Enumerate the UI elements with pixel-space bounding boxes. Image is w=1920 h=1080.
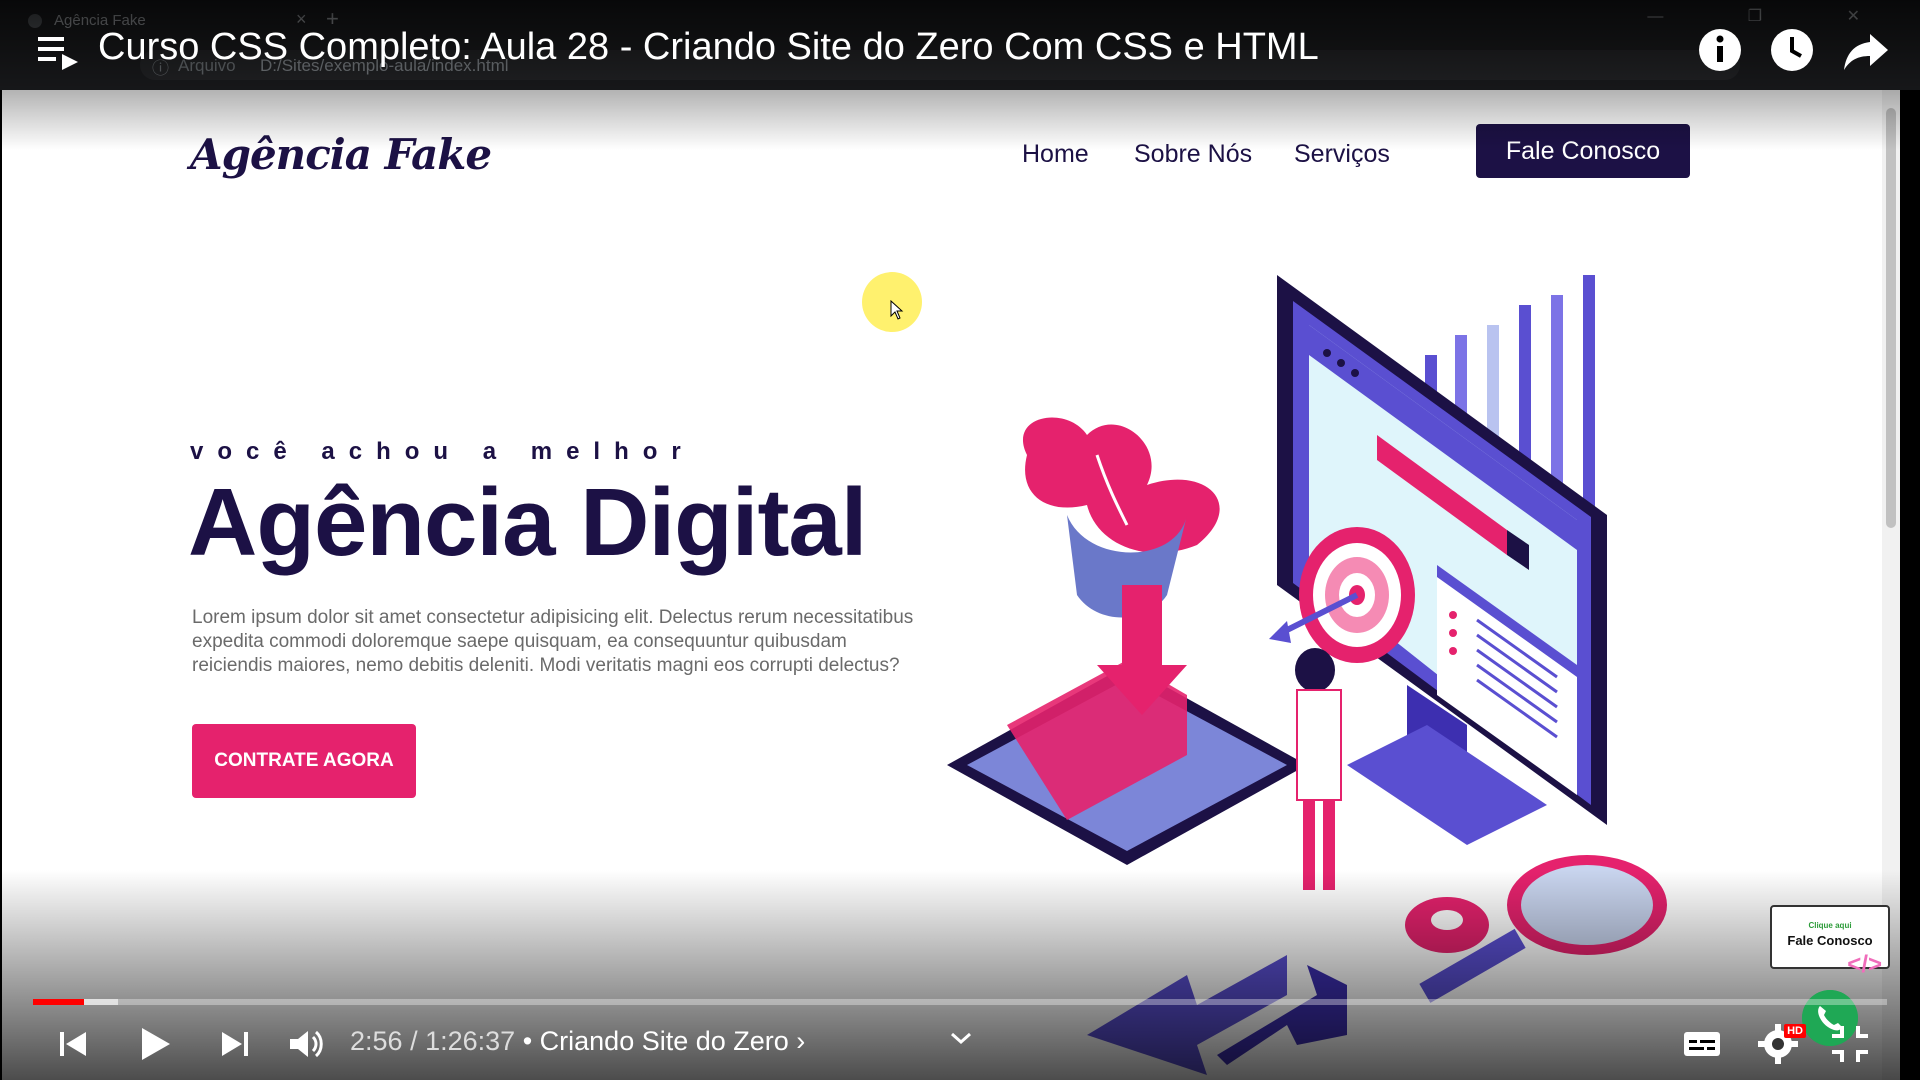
playlist-icon[interactable] bbox=[36, 34, 80, 70]
video-player[interactable]: Agência Fake × + ⓘ Arquivo D:/Sites/exem… bbox=[0, 0, 1920, 1080]
chevron-down-icon[interactable] bbox=[946, 1024, 976, 1054]
play-icon[interactable] bbox=[132, 1022, 176, 1066]
code-icon: </> bbox=[1847, 951, 1882, 978]
time-separator: / bbox=[410, 1026, 426, 1056]
fullscreen-exit-icon[interactable] bbox=[1828, 1022, 1872, 1066]
settings-button[interactable]: HD bbox=[1756, 1022, 1806, 1066]
hd-badge: HD bbox=[1784, 1024, 1806, 1038]
previous-icon[interactable] bbox=[52, 1022, 96, 1066]
window-controls[interactable]: — ❐ ✕ bbox=[1647, 6, 1900, 26]
site-logo[interactable]: Agência Fake bbox=[190, 130, 492, 179]
globe-icon bbox=[28, 14, 42, 28]
hero-illustration bbox=[947, 275, 1667, 1075]
chapter-title[interactable]: • Criando Site do Zero › bbox=[523, 1026, 806, 1056]
scrollbar-thumb[interactable] bbox=[1886, 108, 1896, 528]
contact-widget[interactable]: Clique aqui Fale Conosco </> bbox=[1770, 905, 1890, 978]
person bbox=[1295, 648, 1342, 890]
progress-played bbox=[33, 999, 84, 1005]
nav-link-sobre-nos[interactable]: Sobre Nós bbox=[1134, 140, 1252, 169]
share-icon[interactable] bbox=[1842, 26, 1890, 74]
nav-link-home[interactable]: Home bbox=[1022, 140, 1089, 169]
clock-icon[interactable] bbox=[1768, 26, 1816, 74]
nav-link-servicos[interactable]: Serviços bbox=[1294, 140, 1390, 169]
video-title[interactable]: Curso CSS Completo: Aula 28 - Criando Si… bbox=[98, 26, 1319, 69]
info-icon[interactable] bbox=[1696, 26, 1744, 74]
volume-icon[interactable] bbox=[284, 1022, 328, 1066]
cursor-highlight bbox=[862, 272, 922, 332]
widget-title: Fale Conosco bbox=[1787, 933, 1873, 948]
arrow-left bbox=[1087, 955, 1287, 1075]
hero-tagline: você achou a melhor bbox=[190, 438, 695, 465]
plant bbox=[1022, 417, 1220, 618]
progress-bar[interactable] bbox=[33, 999, 1887, 1005]
widget-small-text: Clique aqui bbox=[1808, 921, 1852, 930]
hero-description: Lorem ipsum dolor sit amet consectetur a… bbox=[192, 607, 914, 676]
subtitles-icon[interactable] bbox=[1680, 1022, 1724, 1066]
current-time: 2:56 bbox=[350, 1026, 403, 1056]
contrate-agora-button[interactable]: CONTRATE AGORA bbox=[192, 724, 416, 798]
time-display: 2:56 / 1:26:37 • Criando Site do Zero › bbox=[350, 1026, 805, 1057]
cursor-icon bbox=[890, 300, 904, 320]
duration: 1:26:37 bbox=[425, 1026, 516, 1056]
next-icon[interactable] bbox=[212, 1022, 256, 1066]
hero-title: Agência Digital bbox=[188, 469, 867, 576]
website-viewport: Agência Fake Home Sobre Nós Serviços Fal… bbox=[2, 90, 1900, 1080]
fale-conosco-button[interactable]: Fale Conosco bbox=[1476, 124, 1690, 178]
